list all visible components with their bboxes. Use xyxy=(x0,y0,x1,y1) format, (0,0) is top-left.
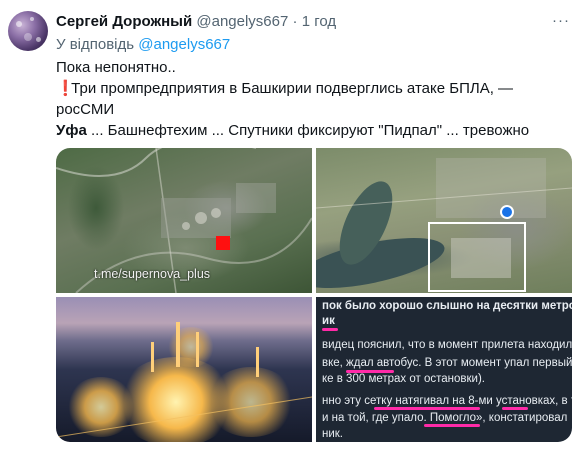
image-text-line: и на той, где упало. Помогло», констатир… xyxy=(322,412,568,424)
underline-mark xyxy=(424,424,480,427)
underline-mark xyxy=(374,407,480,410)
map-pin-icon xyxy=(500,205,514,219)
reply-prefix: У відповідь xyxy=(56,36,135,53)
underline-mark xyxy=(502,407,528,410)
image-text-line: пок было хорошо слышно на десятки метров… xyxy=(322,300,572,312)
image-text-line: видец пояснил, что в момент прилета нахо… xyxy=(322,339,572,351)
reply-context: У відповідь @angelys667 xyxy=(56,35,230,55)
night-industrial-photo[interactable] xyxy=(56,297,312,442)
exclamation-icon: ❗ xyxy=(56,80,75,97)
image-text-line: ке в 300 метрах от остановки). xyxy=(322,373,485,385)
plant-structures xyxy=(56,322,312,438)
tweet-text-line-1: Пока непонятно.. xyxy=(56,59,176,76)
image-text-line: ник. xyxy=(322,428,344,440)
reply-to-link[interactable]: @angelys667 xyxy=(138,36,230,53)
tweet-text-line-4: Уфа ... Башнефтехим ... Спутники фиксиру… xyxy=(56,121,529,141)
tweet-text-line-3: росСМИ xyxy=(56,101,115,118)
tweet-text-line-2: ❗ Три промпредприятия в Башкирии подверг… xyxy=(56,79,513,99)
avatar[interactable] xyxy=(8,11,48,51)
author-name[interactable]: Сергей Дорожный xyxy=(56,13,192,30)
author-handle[interactable]: @angelys667 xyxy=(196,13,288,30)
underline-mark xyxy=(322,328,338,331)
marker-square xyxy=(216,236,230,250)
more-options-icon[interactable]: ··· xyxy=(552,12,570,29)
satellite-image-1[interactable]: t.me/supernova_plus xyxy=(56,148,312,293)
satellite-image-2[interactable] xyxy=(316,148,572,293)
tweet-text-line-4-text: ... Башнефтехим ... Спутники фиксируют "… xyxy=(86,122,530,139)
highlight-box xyxy=(428,222,526,292)
tweet-text-line-2-text: Три промпредприятия в Башкирии подвергли… xyxy=(71,80,514,97)
watermark-text: t.me/supernova_plus xyxy=(94,267,211,281)
media-grid: t.me/supernova_plus пок было хорошо слыш… xyxy=(56,148,572,442)
separator: · xyxy=(292,13,298,30)
text-screenshot-image[interactable]: пок было хорошо слышно на десятки метров… xyxy=(316,297,572,442)
timestamp[interactable]: 1 год xyxy=(302,13,336,30)
image-text-line: нно эту сетку натягивал на 8-ми установк… xyxy=(322,395,572,407)
city-name: Уфа xyxy=(56,122,87,139)
image-text-line: вке, ждал автобус. В этот момент упал пе… xyxy=(322,357,572,369)
image-text-line: ик xyxy=(322,315,335,327)
tweet-header: Сергей Дорожный @angelys667 · 1 год xyxy=(56,12,336,32)
